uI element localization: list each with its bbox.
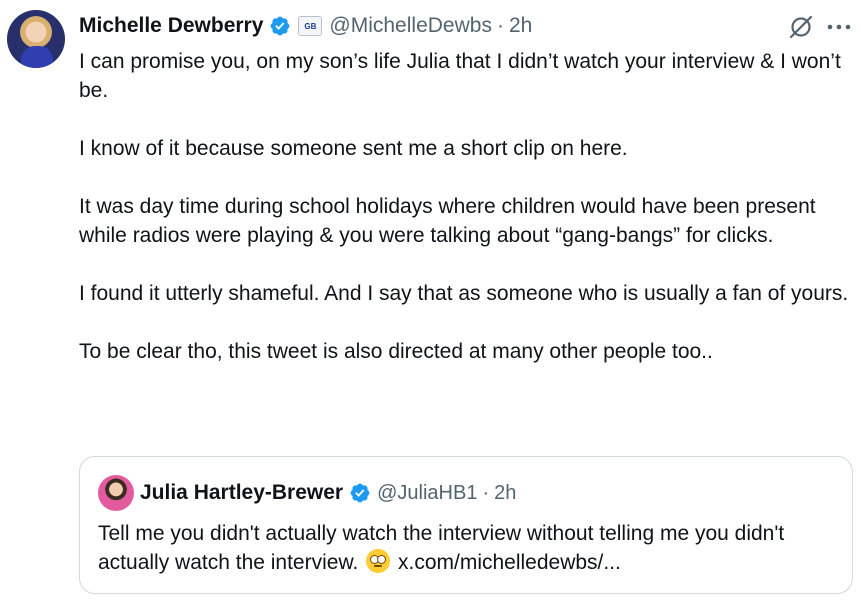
- tweet-header: Michelle Dewberry GB @MichelleDewbs · 2h: [79, 12, 532, 40]
- separator-dot: ·: [496, 14, 504, 37]
- quoted-tweet-text: Tell me you didn't actually watch the in…: [98, 519, 838, 577]
- tweet-paragraph: To be clear tho, this tweet is also dire…: [79, 340, 713, 363]
- author-avatar[interactable]: [7, 10, 65, 68]
- more-icon[interactable]: [824, 16, 854, 38]
- quoted-tweet-time[interactable]: 2h: [494, 482, 516, 505]
- affiliation-badge[interactable]: GB: [298, 16, 323, 36]
- grok-icon[interactable]: [788, 14, 814, 40]
- rolling-eyes-emoji-icon: [366, 549, 391, 573]
- separator-dot: ·: [482, 481, 490, 504]
- tweet-paragraph: I found it utterly shameful. And I say t…: [79, 282, 849, 305]
- quoted-tweet-link[interactable]: x.com/michelledewbs/...: [398, 551, 621, 574]
- avatar-figure: [21, 46, 53, 68]
- quoted-tweet-card[interactable]: Julia Hartley-Brewer @JuliaHB1 · 2h Tell…: [79, 456, 853, 594]
- verified-badge-icon[interactable]: [349, 482, 371, 504]
- tweet-time[interactable]: 2h: [509, 14, 532, 38]
- author-handle[interactable]: @MichelleDewbs: [329, 14, 492, 38]
- tweet-text: I can promise you, on my son’s life Juli…: [79, 47, 854, 366]
- quoted-tweet-header: Julia Hartley-Brewer @JuliaHB1 · 2h: [140, 478, 516, 508]
- quoted-author-name[interactable]: Julia Hartley-Brewer: [140, 481, 343, 505]
- author-name[interactable]: Michelle Dewberry: [79, 14, 263, 38]
- verified-badge-icon[interactable]: [269, 15, 291, 37]
- quoted-author-avatar[interactable]: [98, 475, 134, 511]
- tweet-paragraph: I know of it because someone sent me a s…: [79, 137, 628, 160]
- tweet-paragraph: I can promise you, on my son’s life Juli…: [79, 50, 841, 102]
- tweet-paragraph: It was day time during school holidays w…: [79, 195, 816, 247]
- quoted-author-handle[interactable]: @JuliaHB1: [377, 482, 477, 505]
